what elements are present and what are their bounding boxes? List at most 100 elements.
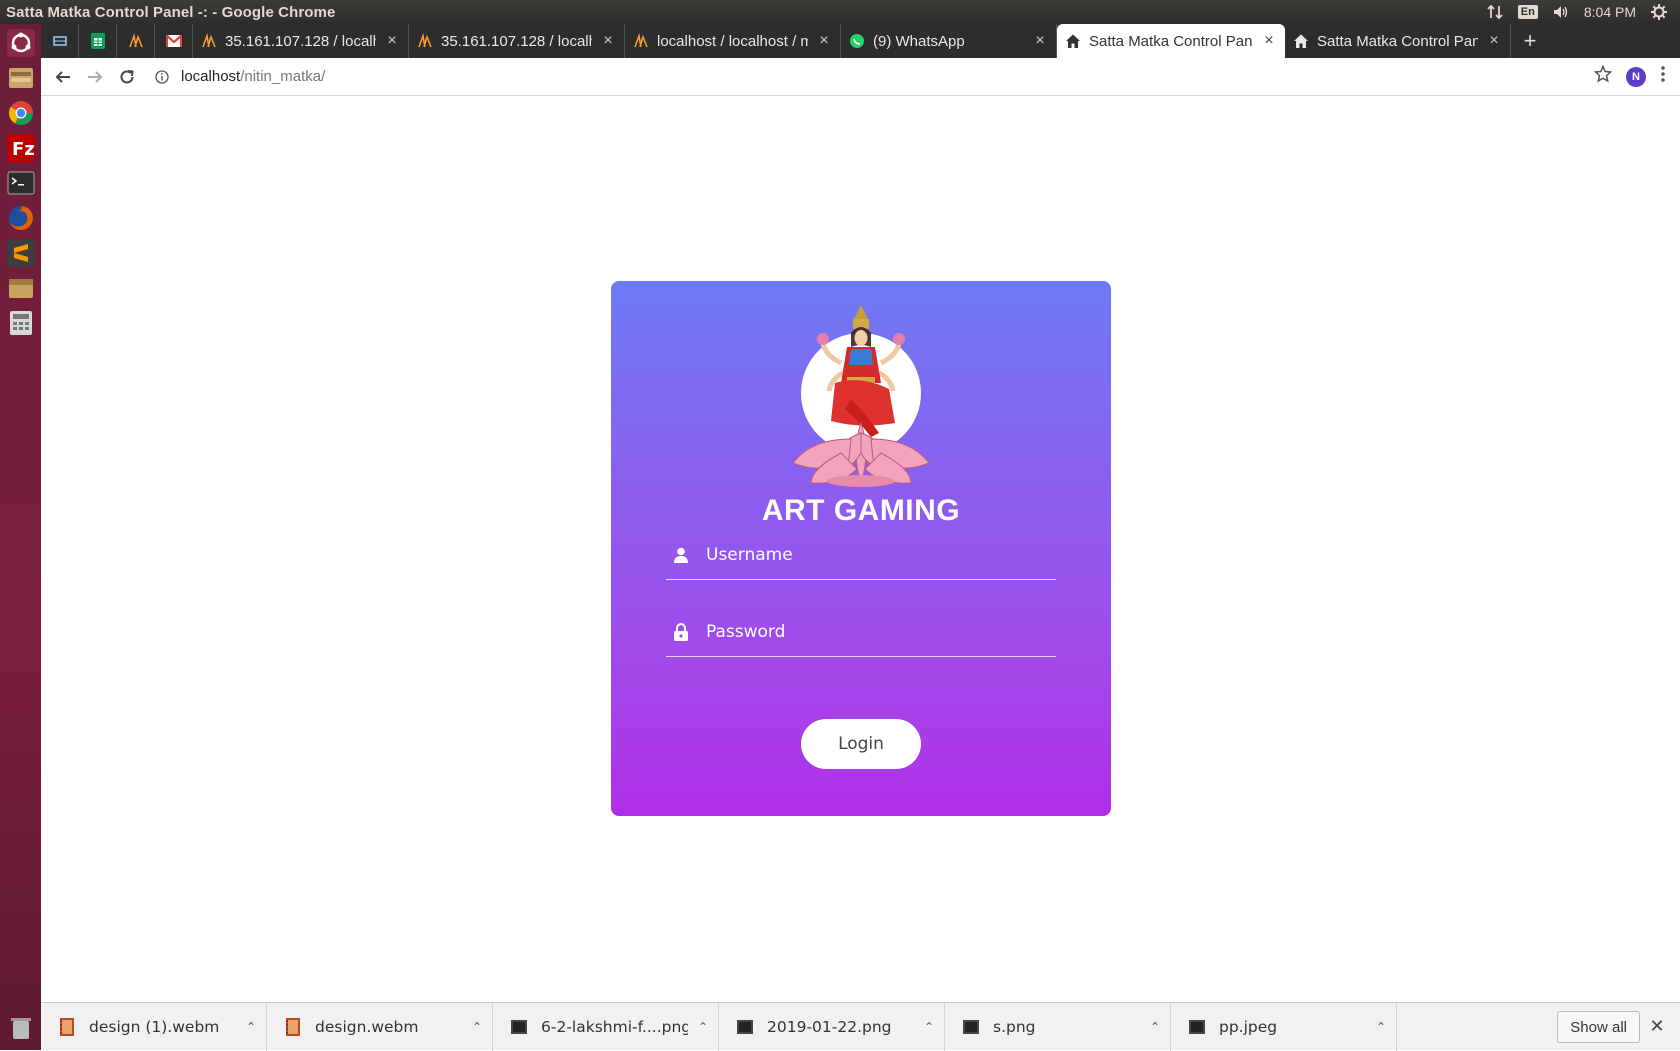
download-filename: 2019-01-22.png	[767, 1017, 892, 1036]
lakshmi-logo	[791, 303, 931, 489]
filezilla-icon[interactable]: Fz	[5, 132, 37, 164]
gmail-icon	[165, 33, 182, 49]
image-file-icon	[737, 1018, 753, 1036]
chevron-up-icon[interactable]: ⌃	[1366, 1020, 1396, 1034]
download-item[interactable]: 6-2-lakshmi-f....png ⌃	[493, 1002, 719, 1051]
firefox-icon[interactable]	[5, 202, 37, 234]
terminal-icon[interactable]	[5, 167, 37, 199]
reload-icon[interactable]	[111, 61, 143, 93]
chevron-up-icon[interactable]: ⌃	[236, 1020, 266, 1034]
chrome-icon[interactable]	[5, 97, 37, 129]
tab-pinned-drive[interactable]	[41, 24, 79, 58]
phpmyadmin-icon	[417, 33, 433, 49]
download-item[interactable]: design.webm ⌃	[267, 1002, 493, 1051]
lock-icon	[670, 621, 692, 643]
phpmyadmin-icon	[128, 33, 144, 49]
tab-phpmyadmin-local[interactable]: localhost / localhost / m ×	[625, 24, 841, 58]
username-field-wrapper	[666, 530, 1056, 580]
download-filename: design (1).webm	[89, 1017, 220, 1036]
tab-title: localhost / localhost / m	[657, 32, 808, 50]
network-icon[interactable]	[1486, 3, 1504, 21]
tab-title: 35.161.107.128 / localho	[225, 32, 376, 50]
profile-avatar[interactable]: N	[1626, 66, 1646, 87]
home-icon	[1065, 33, 1081, 49]
sheets-icon	[90, 33, 106, 49]
tab-pinned-gmail[interactable]	[155, 24, 193, 58]
tab-title: (9) WhatsApp	[873, 32, 965, 50]
video-file-icon	[285, 1017, 301, 1036]
login-button[interactable]: Login	[801, 719, 921, 769]
window-title: Satta Matka Control Panel -: - Google Ch…	[6, 3, 336, 21]
username-input[interactable]	[706, 544, 1036, 565]
tab-title: Satta Matka Control Pan	[1089, 32, 1253, 50]
address-bar[interactable]: localhost/nitin_matka/	[153, 62, 1594, 92]
sublime-text-icon[interactable]	[5, 237, 37, 269]
tab-phpmyadmin-remote-1[interactable]: 35.161.107.128 / localho ×	[193, 24, 409, 58]
keyboard-language-indicator[interactable]: En	[1517, 5, 1538, 19]
info-icon[interactable]	[153, 68, 171, 86]
tab-phpmyadmin-remote-2[interactable]: 35.161.107.128 / localho ×	[409, 24, 625, 58]
trash-icon[interactable]	[5, 1012, 37, 1044]
files-icon[interactable]	[5, 62, 37, 94]
tab-satta-matka-active[interactable]: Satta Matka Control Pan ×	[1057, 24, 1285, 58]
download-filename: 6-2-lakshmi-f....png	[541, 1017, 688, 1036]
back-arrow-icon[interactable]	[47, 61, 79, 93]
page-content: ART GAMING Login	[41, 97, 1680, 1002]
close-icon[interactable]: ×	[600, 32, 616, 50]
home-icon	[1293, 33, 1309, 49]
phpmyadmin-icon	[633, 33, 649, 49]
clock[interactable]: 8:04 PM	[1584, 4, 1636, 20]
menu-kebab-icon[interactable]	[1660, 65, 1666, 88]
password-input[interactable]	[706, 621, 1036, 642]
user-icon	[670, 544, 692, 566]
chevron-up-icon[interactable]: ⌃	[688, 1020, 718, 1034]
download-item[interactable]: design (1).webm ⌃	[41, 1002, 267, 1051]
chevron-up-icon[interactable]: ⌃	[1140, 1020, 1170, 1034]
tab-whatsapp[interactable]: (9) WhatsApp ×	[841, 24, 1057, 58]
browser-tab-strip: 35.161.107.128 / localho × 35.161.107.12…	[41, 24, 1680, 58]
image-file-icon	[1189, 1018, 1205, 1036]
forward-arrow-icon[interactable]	[79, 61, 111, 93]
close-icon[interactable]: ×	[384, 32, 400, 50]
password-field-wrapper	[666, 607, 1056, 657]
tab-pinned-phpmyadmin[interactable]	[117, 24, 155, 58]
close-icon[interactable]: ×	[1261, 32, 1277, 50]
url-host: localhost	[181, 68, 241, 85]
drive-icon	[52, 33, 68, 49]
bookmark-star-icon[interactable]	[1593, 64, 1613, 88]
settings-gear-icon[interactable]	[1650, 3, 1668, 21]
image-file-icon	[511, 1018, 527, 1036]
ubuntu-launcher: Fz	[0, 24, 41, 1050]
download-shelf: design (1).webm ⌃ design.webm ⌃ 6-2-laks…	[41, 1002, 1680, 1051]
download-item[interactable]: s.png ⌃	[945, 1002, 1171, 1051]
image-file-icon	[963, 1018, 979, 1036]
video-file-icon	[59, 1017, 75, 1036]
new-tab-button[interactable]: +	[1511, 24, 1549, 58]
ubuntu-dash-icon[interactable]	[5, 27, 37, 59]
download-item[interactable]: pp.jpeg ⌃	[1171, 1002, 1397, 1051]
chevron-up-icon[interactable]: ⌃	[914, 1020, 944, 1034]
show-all-downloads-button[interactable]: Show all	[1557, 1011, 1640, 1043]
tab-title: Satta Matka Control Pan	[1317, 32, 1478, 50]
download-filename: s.png	[993, 1017, 1036, 1036]
tab-title: 35.161.107.128 / localho	[441, 32, 592, 50]
url-path: /nitin_matka/	[240, 68, 326, 85]
archive-manager-icon[interactable]	[5, 272, 37, 304]
calculator-icon[interactable]	[5, 307, 37, 339]
download-filename: design.webm	[315, 1017, 419, 1036]
download-item[interactable]: 2019-01-22.png ⌃	[719, 1002, 945, 1051]
phpmyadmin-icon	[201, 33, 217, 49]
chevron-up-icon[interactable]: ⌃	[462, 1020, 492, 1034]
login-card: ART GAMING Login	[611, 281, 1111, 816]
close-icon[interactable]: ✕	[1646, 1015, 1668, 1037]
tab-satta-matka-2[interactable]: Satta Matka Control Pan ×	[1285, 24, 1511, 58]
tab-pinned-sheets[interactable]	[79, 24, 117, 58]
whatsapp-icon	[849, 33, 865, 49]
close-icon[interactable]: ×	[1486, 32, 1502, 50]
system-top-bar: Satta Matka Control Panel -: - Google Ch…	[0, 0, 1680, 24]
brand-title: ART GAMING	[761, 494, 961, 527]
download-filename: pp.jpeg	[1219, 1017, 1278, 1036]
volume-icon[interactable]	[1552, 3, 1570, 21]
close-icon[interactable]: ×	[816, 32, 832, 50]
close-icon[interactable]: ×	[1032, 32, 1048, 50]
